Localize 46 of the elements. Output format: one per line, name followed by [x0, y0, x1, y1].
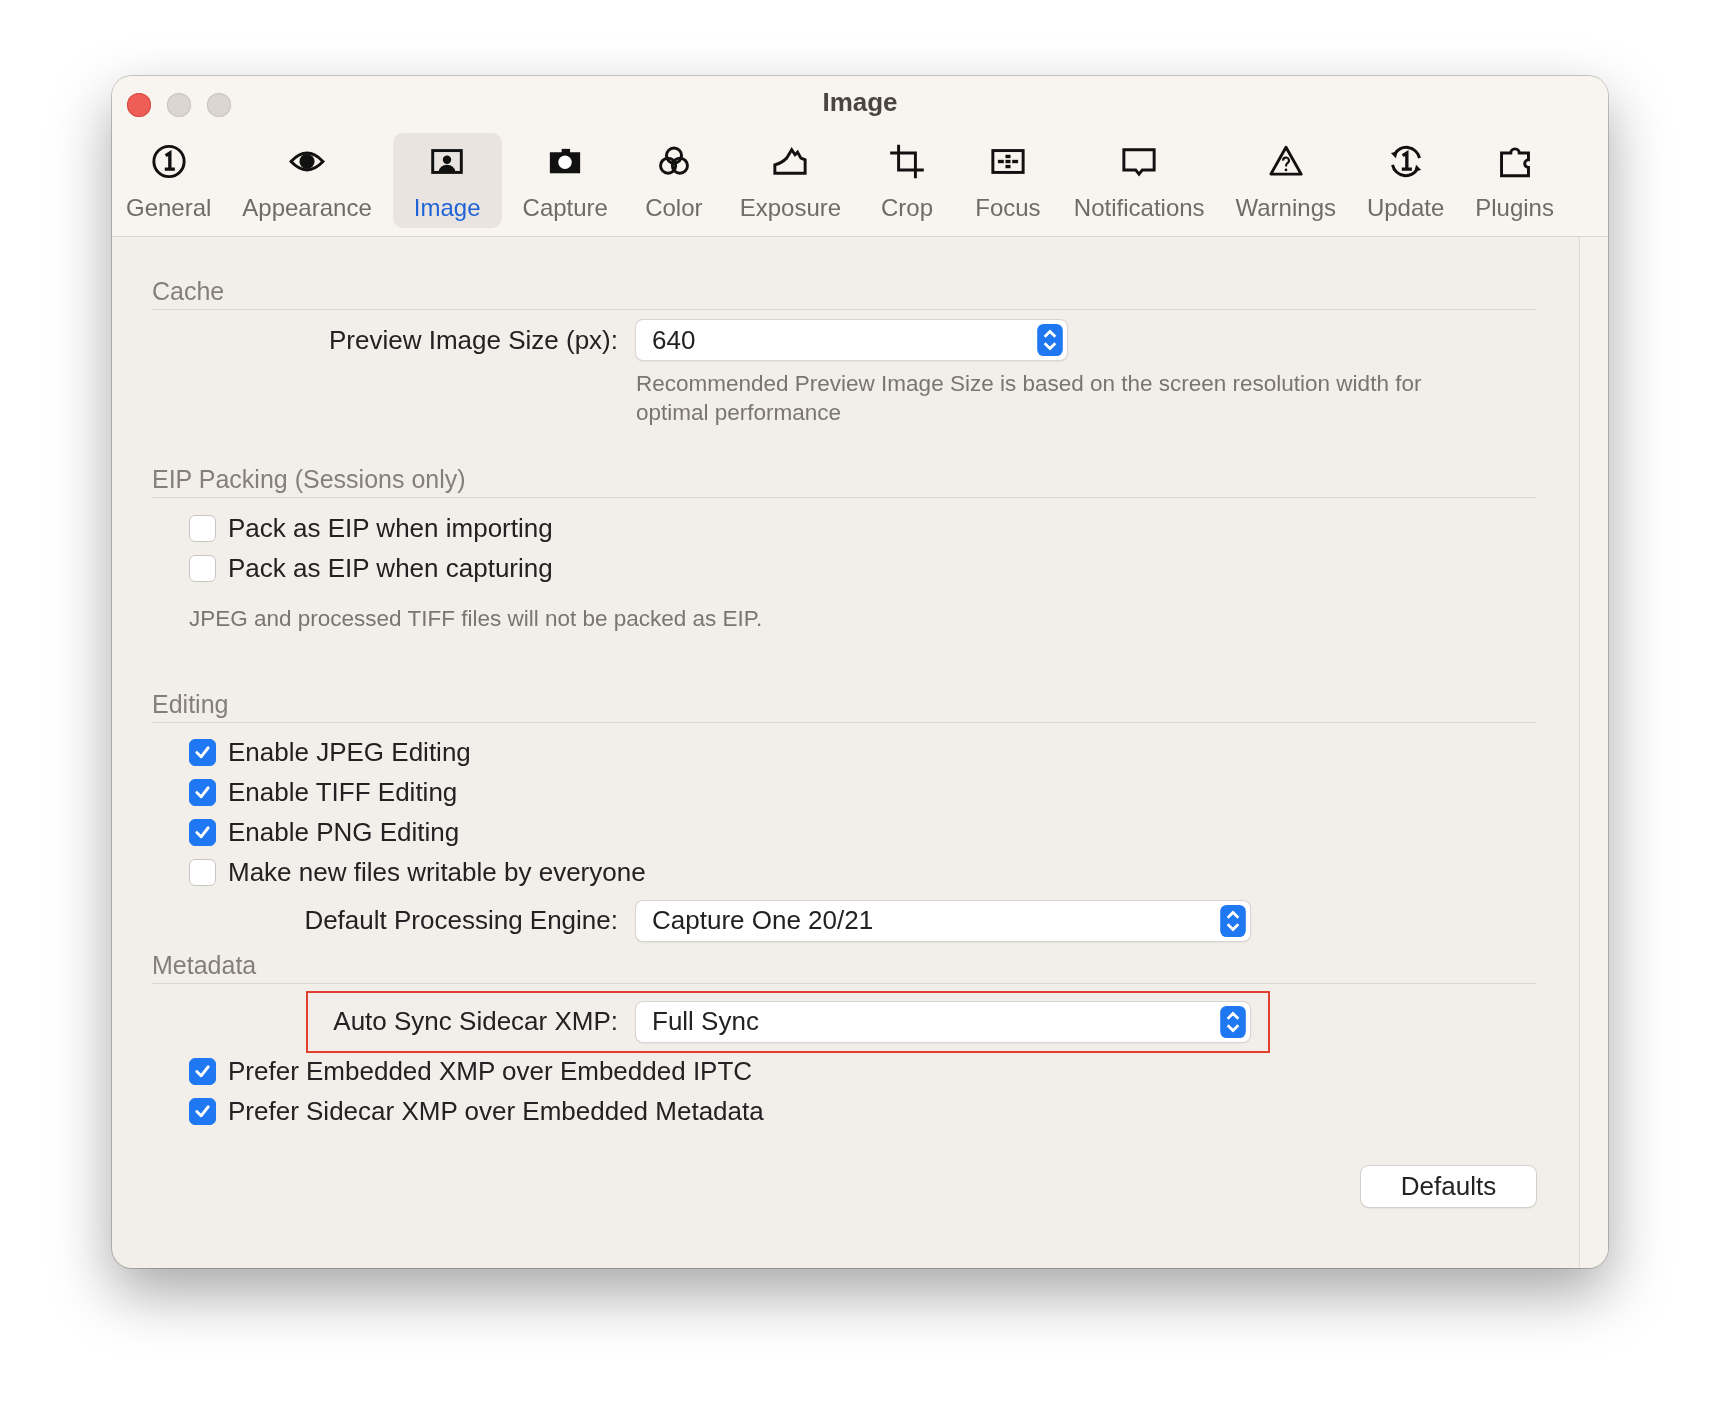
checkbox[interactable]	[189, 859, 216, 886]
checkbox-label: Enable JPEG Editing	[228, 737, 471, 768]
window-title: Image	[822, 87, 898, 119]
toolbar-tab[interactable]: Color	[628, 133, 719, 228]
checkbox-label: Make new files writable by everyone	[228, 857, 646, 888]
toolbar-tab[interactable]: Plugins	[1465, 133, 1564, 228]
toolbar-tab[interactable]: Update	[1356, 133, 1455, 228]
toolbar-tab[interactable]: Exposure	[729, 133, 852, 228]
stepper-arrows-icon	[1037, 324, 1063, 356]
checkbox[interactable]	[189, 1058, 216, 1085]
field-label: Auto Sync Sidecar XMP:	[332, 1006, 618, 1037]
popup-button[interactable]: Full Sync	[636, 1001, 1250, 1042]
toolbar-tab[interactable]: General	[116, 133, 222, 228]
toolbar-tab[interactable]: Crop	[862, 133, 953, 228]
popup-button[interactable]: Capture One 20/21	[636, 900, 1250, 941]
checkbox[interactable]	[189, 739, 216, 766]
section-header: Cache	[152, 277, 1536, 310]
toolbar-tab[interactable]: Focus	[962, 133, 1053, 228]
checkbox-label: Enable PNG Editing	[228, 817, 460, 848]
toolbar-tab[interactable]: Notifications	[1063, 133, 1215, 228]
checkbox-label: Pack as EIP when importing	[228, 512, 553, 544]
checkbox[interactable]	[189, 554, 216, 582]
field-label: Preview Image Size (px):	[328, 324, 618, 356]
help-text: JPEG and processed TIFF files will not be packed as EIP.	[188, 605, 764, 633]
toolbar-tab[interactable]: Warnings	[1225, 133, 1346, 228]
checkbox-label: Prefer Sidecar XMP over Embedded Metadata	[228, 1096, 764, 1127]
defaults-button[interactable]: Defaults	[1361, 1165, 1536, 1207]
section-header: Metadata	[152, 950, 1536, 984]
field-label: Default Processing Engine:	[303, 905, 618, 936]
section-header: EIP Packing (Sessions only)	[152, 465, 1536, 498]
stepper-arrows-icon	[1220, 1005, 1246, 1038]
checkbox-label: Pack as EIP when capturing	[228, 552, 553, 584]
checkbox-label: Enable TIFF Editing	[228, 777, 458, 808]
toolbar-tab[interactable]: Capture	[512, 133, 618, 228]
checkbox[interactable]	[189, 779, 216, 806]
close-button[interactable]	[127, 93, 151, 117]
section-header: Editing	[152, 689, 1536, 723]
checkbox[interactable]	[189, 514, 216, 542]
checkbox[interactable]	[189, 819, 216, 846]
help-text: Recommended Preview Image Size is based on the screen resolution width for optimal performance	[635, 370, 1423, 427]
checkbox-label: Prefer Embedded XMP over Embedded IPTC	[228, 1056, 753, 1087]
popup-button[interactable]: 640	[636, 320, 1067, 360]
checkbox[interactable]	[189, 1098, 216, 1125]
toolbar-tab[interactable]: Image	[392, 133, 502, 228]
stepper-arrows-icon	[1220, 904, 1246, 937]
toolbar-tab[interactable]: Appearance	[232, 133, 382, 228]
